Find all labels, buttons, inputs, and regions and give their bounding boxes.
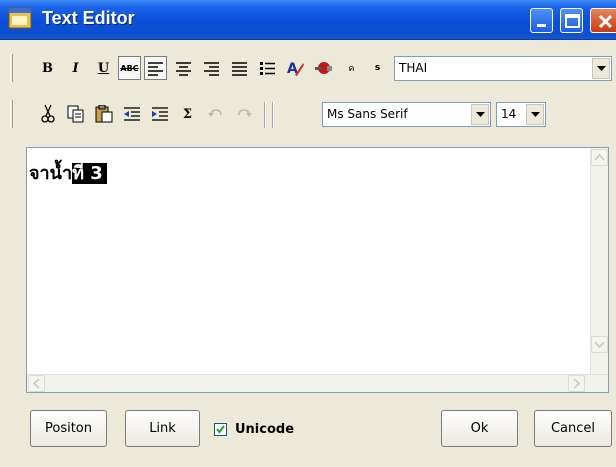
scissors-icon	[40, 104, 55, 123]
scroll-up-button[interactable]	[591, 149, 608, 166]
copy-icon	[67, 105, 83, 123]
italic-button[interactable]: I	[64, 56, 87, 80]
toolbar-grip[interactable]	[10, 54, 13, 82]
bold-button[interactable]: B	[36, 56, 59, 80]
justify-icon	[232, 61, 247, 76]
chevron-down-icon	[594, 341, 605, 349]
align-right-button[interactable]	[200, 56, 223, 80]
highlight-button[interactable]	[312, 56, 335, 80]
bold-icon: B	[42, 60, 53, 76]
paste-icon	[95, 105, 112, 123]
edit-toolbar: Σ Ms Sans Serif 14	[6, 94, 612, 134]
font-size-value: 14	[501, 107, 517, 121]
scroll-left-button[interactable]	[28, 375, 45, 392]
charset-select[interactable]: THAI	[394, 56, 612, 81]
scroll-right-button[interactable]	[568, 375, 585, 392]
align-center-icon	[176, 61, 191, 76]
editor-text-plain: จาน	[29, 163, 73, 184]
redo-icon	[237, 109, 252, 117]
subscript-button[interactable]: s	[366, 56, 389, 80]
font-size-select[interactable]: 14	[496, 102, 546, 127]
close-button[interactable]	[590, 8, 616, 33]
editor-text-selection: ้ำที่ 3	[72, 163, 107, 184]
outdent-icon	[123, 107, 140, 121]
justify-button[interactable]	[228, 56, 251, 80]
link-button[interactable]: Link	[125, 410, 200, 447]
unicode-checkbox[interactable]: Unicode	[214, 421, 294, 437]
horizontal-scrollbar[interactable]	[27, 374, 608, 392]
align-right-icon	[204, 61, 219, 76]
checkmark-icon	[216, 424, 225, 434]
maximize-button[interactable]	[560, 8, 583, 33]
bullet-list-button[interactable]	[256, 56, 279, 80]
vertical-scrollbar[interactable]	[590, 148, 608, 374]
font-name-value: Ms Sans Serif	[327, 107, 408, 121]
superscript-icon: ค	[348, 64, 355, 74]
toolbar-separator	[272, 102, 274, 128]
unicode-label: Unicode	[235, 421, 295, 437]
underline-button[interactable]: U	[92, 56, 115, 80]
toolbar-separator	[264, 102, 266, 128]
window-title: Text Editor	[42, 8, 135, 28]
chevron-right-icon	[573, 378, 581, 389]
align-center-button[interactable]	[172, 56, 195, 80]
subscript-icon: s	[374, 63, 381, 73]
increase-indent-button[interactable]	[148, 102, 171, 126]
align-left-button[interactable]	[144, 56, 167, 80]
decrease-indent-button[interactable]	[120, 102, 143, 126]
chevron-up-icon	[594, 153, 605, 161]
bullet-list-icon	[260, 61, 275, 75]
chevron-down-icon[interactable]	[592, 58, 610, 79]
chevron-down-icon[interactable]	[471, 104, 489, 125]
cancel-button[interactable]: Cancel	[534, 410, 612, 447]
sigma-icon: Σ	[182, 106, 193, 122]
minimize-button[interactable]	[530, 8, 553, 33]
cut-button[interactable]	[36, 102, 59, 126]
chevron-down-icon[interactable]	[526, 104, 544, 125]
copy-button[interactable]	[64, 102, 87, 126]
align-left-icon	[148, 61, 163, 76]
toolbar-grip[interactable]	[10, 100, 13, 128]
ok-button[interactable]: Ok	[441, 410, 518, 447]
text-editor-area[interactable]: จาน้ำที่ 3	[26, 147, 609, 393]
symbol-button[interactable]: Σ	[176, 102, 199, 126]
unicode-checkbox-box[interactable]	[214, 422, 227, 436]
underline-icon: U	[97, 60, 110, 76]
italic-icon: I	[72, 60, 79, 76]
font-color-button[interactable]: A	[284, 56, 307, 80]
title-bar[interactable]: Text Editor	[0, 0, 616, 40]
font-color-icon: A	[287, 61, 304, 77]
scroll-down-button[interactable]	[591, 336, 608, 353]
undo-button[interactable]	[204, 102, 227, 126]
formatting-toolbar: B I U ABC A ค s THAI	[6, 48, 612, 88]
text-editor-app-icon	[8, 7, 32, 29]
redo-button[interactable]	[232, 102, 255, 126]
strikethrough-icon: ABC	[120, 63, 139, 73]
undo-icon	[207, 109, 222, 117]
chevron-left-icon	[32, 378, 40, 389]
editor-text[interactable]: จาน้ำที่ 3	[29, 158, 107, 187]
highlight-icon	[315, 62, 332, 74]
position-button[interactable]: Positon	[30, 410, 107, 447]
indent-icon	[151, 107, 168, 121]
strikethrough-button[interactable]: ABC	[118, 56, 141, 80]
font-name-select[interactable]: Ms Sans Serif	[322, 102, 491, 127]
charset-value: THAI	[399, 61, 428, 75]
paste-button[interactable]	[92, 102, 115, 126]
superscript-button[interactable]: ค	[340, 56, 363, 80]
